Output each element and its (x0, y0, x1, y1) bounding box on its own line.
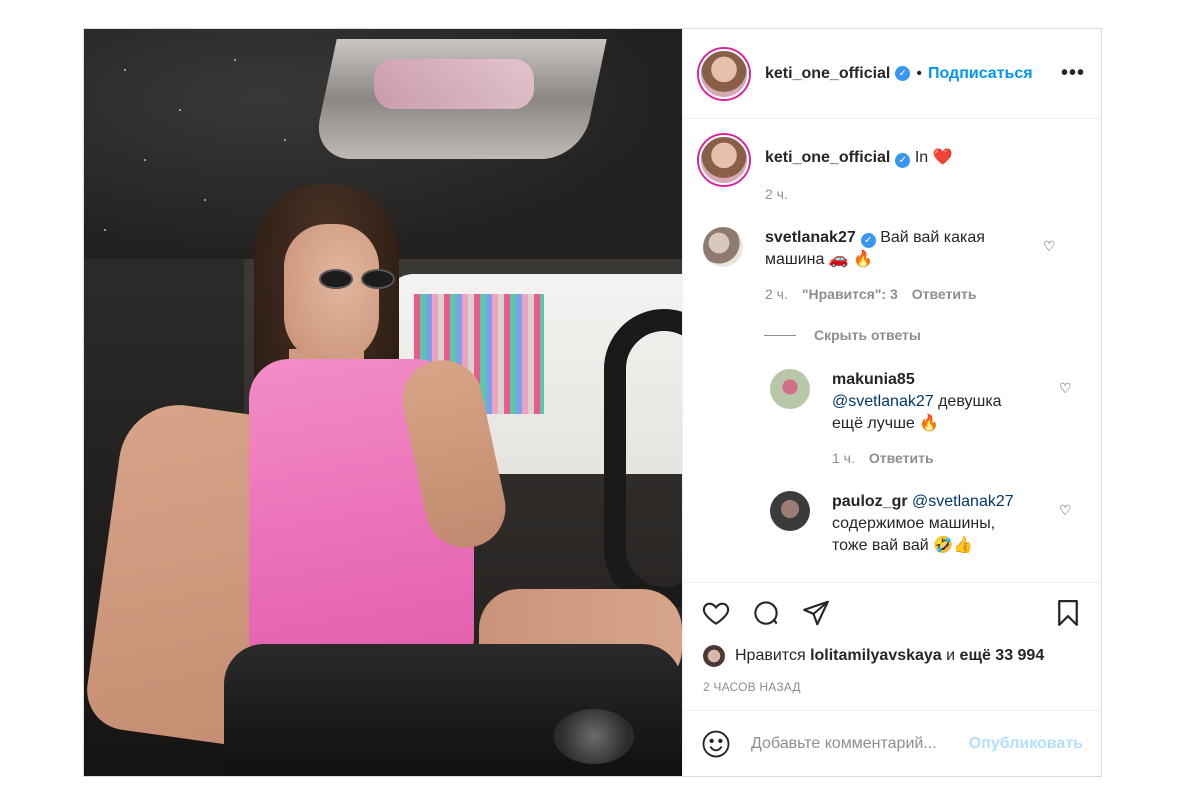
like-comment-heart-icon[interactable]: ♡ (1043, 239, 1057, 253)
photo-control-knob (554, 709, 634, 764)
comment-likes-count[interactable]: "Нравится": 3 (802, 283, 898, 305)
reply-text: тоже вай вай (832, 537, 929, 554)
comments-list[interactable]: keti_one_official ✓ In ❤️ 2 ч. svetlanak2… (683, 119, 1101, 582)
photo-face (284, 224, 379, 364)
hide-replies-button[interactable]: Скрыть ответы (764, 327, 1085, 343)
comment-input[interactable] (751, 734, 969, 753)
reply-username[interactable]: makunia85 (832, 371, 915, 388)
fire-emoji: 🔥 (919, 415, 940, 432)
red-heart-emoji: ❤️ (932, 149, 953, 166)
reply-button[interactable]: Ответить (869, 447, 934, 469)
photo-star (104, 229, 106, 231)
post-photo[interactable] (84, 29, 682, 776)
comment-meta: 2 ч. "Нравится": 3 Ответить (765, 283, 985, 305)
emoji-smile-icon[interactable] (701, 729, 731, 759)
reply-body: makunia85 @svetlanak27 девушка ещё лучше… (832, 369, 1002, 469)
bookmark-save-icon[interactable] (1051, 596, 1085, 630)
post-container: keti_one_official ✓ • Подписаться ••• ke… (83, 28, 1102, 777)
follow-button[interactable]: Подписаться (928, 65, 1033, 83)
laugh-thumbs-emoji: 🤣👍 (933, 537, 973, 554)
hide-replies-label: Скрыть ответы (814, 327, 921, 343)
mention-link[interactable]: @svetlanak27 (832, 393, 934, 410)
reply-body: pauloz_gr @svetlanak27 содержимое машины… (832, 491, 1014, 557)
photo-star (284, 139, 286, 141)
like-comment-heart-icon[interactable]: ♡ (1059, 503, 1073, 517)
hide-replies-line (764, 334, 796, 336)
caption-time[interactable]: 2 ч. (765, 183, 788, 205)
caption-body: keti_one_official ✓ In ❤️ 2 ч. (765, 135, 953, 205)
photo-star (234, 59, 236, 61)
photo-sunglasses (299, 269, 409, 291)
reply-avatar[interactable] (770, 491, 810, 531)
comment-avatar[interactable] (703, 227, 743, 267)
author-username[interactable]: keti_one_official (765, 65, 890, 83)
photo-star (144, 159, 146, 161)
liker-avatar[interactable] (703, 645, 725, 667)
like-comment-heart-icon[interactable]: ♡ (1059, 381, 1073, 395)
photo-star (204, 199, 206, 201)
caption-avatar[interactable] (699, 135, 749, 185)
comment-time[interactable]: 2 ч. (765, 283, 788, 305)
caption: keti_one_official ✓ In ❤️ 2 ч. (699, 135, 1085, 205)
likes-count[interactable]: ещё 33 994 (960, 647, 1045, 665)
reply: pauloz_gr @svetlanak27 содержимое машины… (770, 491, 1085, 557)
photo-star (124, 69, 126, 71)
comment: svetlanak27 ✓ Вай вай какая машина 🚗 🔥 2 … (703, 227, 1085, 305)
verified-badge-icon: ✓ (895, 66, 911, 81)
liker-username[interactable]: lolitamilyavskaya (810, 647, 942, 665)
caption-meta: 2 ч. (765, 183, 953, 205)
reply-text: ещё лучше (832, 415, 915, 432)
likes-conjunction: и (946, 647, 956, 664)
comment-text: Вай вай какая (880, 229, 985, 246)
reply: makunia85 @svetlanak27 девушка ещё лучше… (770, 369, 1085, 469)
reply-button[interactable]: Ответить (912, 283, 977, 305)
likes-prefix: Нравится (735, 647, 806, 664)
caption-username[interactable]: keti_one_official (765, 149, 890, 166)
post-sidebar: keti_one_official ✓ • Подписаться ••• ke… (682, 29, 1101, 776)
reply-avatar[interactable] (770, 369, 810, 409)
photo-steering-wheel (604, 309, 682, 609)
action-bar (683, 582, 1101, 642)
post-header: keti_one_official ✓ • Подписаться ••• (683, 29, 1101, 119)
add-comment-bar: Опубликовать (683, 710, 1101, 776)
reply-username[interactable]: pauloz_gr (832, 493, 908, 510)
reply-text: содержимое машины, (832, 515, 996, 532)
comment-text: машина (765, 251, 825, 268)
caption-text: In (914, 149, 929, 166)
separator-dot: • (916, 64, 922, 82)
reply-time[interactable]: 1 ч. (832, 447, 855, 469)
reply-meta: 1 ч. Ответить (832, 447, 1002, 469)
comment-body: svetlanak27 ✓ Вай вай какая машина 🚗 🔥 2 … (765, 227, 985, 305)
verified-badge-icon: ✓ (860, 233, 876, 248)
more-options-icon[interactable]: ••• (1061, 62, 1085, 85)
publish-button[interactable]: Опубликовать (969, 735, 1083, 753)
like-heart-icon[interactable] (699, 596, 733, 630)
car-fire-emoji: 🚗 🔥 (828, 251, 874, 268)
mention-link[interactable]: @svetlanak27 (912, 493, 1014, 510)
comment-bubble-icon[interactable] (749, 596, 783, 630)
post-timestamp[interactable]: 2 ЧАСОВ НАЗАД (683, 680, 1101, 704)
photo-mirror-reflection (374, 59, 534, 109)
comment-username[interactable]: svetlanak27 (765, 229, 856, 246)
verified-badge-icon: ✓ (895, 153, 911, 168)
likes-summary: Нравится lolitamilyavskaya и ещё 33 994 (683, 642, 1101, 670)
share-send-icon[interactable] (799, 596, 833, 630)
reply-text: девушка (938, 393, 1002, 410)
photo-star (179, 109, 181, 111)
author-avatar[interactable] (699, 48, 749, 99)
